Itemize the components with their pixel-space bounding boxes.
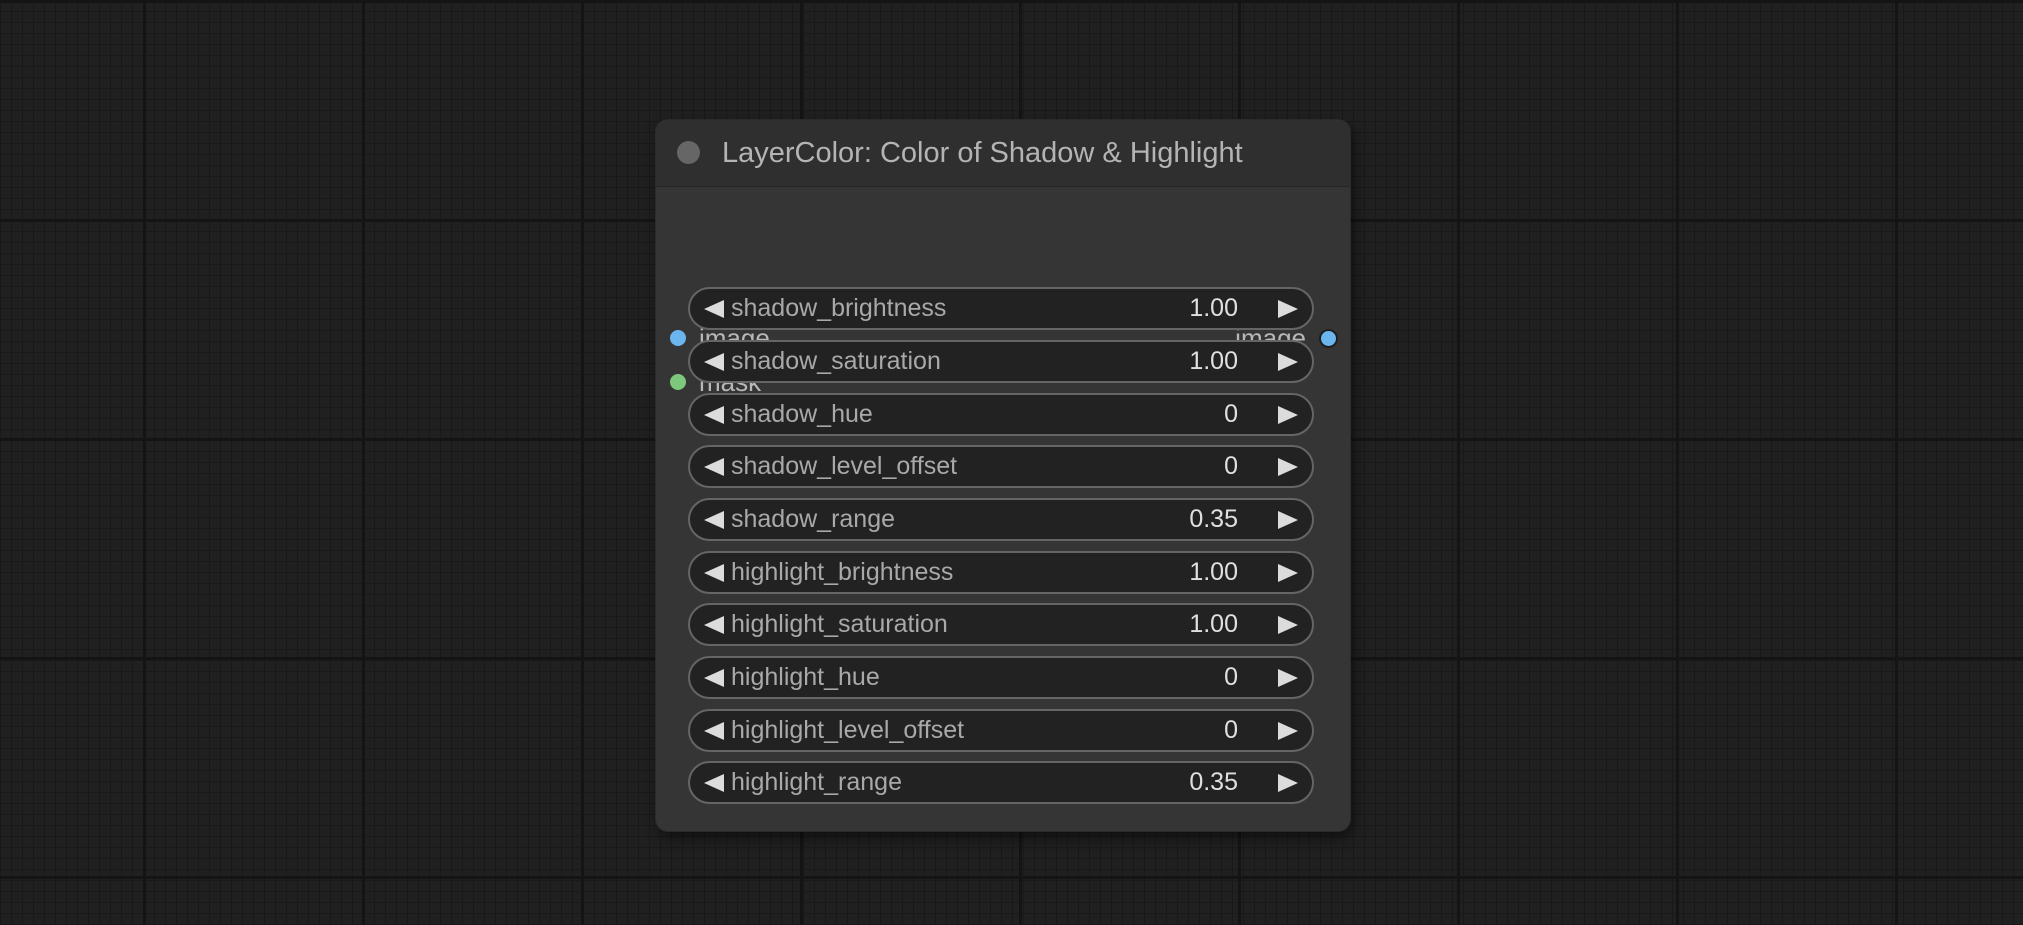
increment-arrow-icon[interactable]: [1278, 722, 1298, 740]
increment-arrow-icon[interactable]: [1278, 458, 1298, 476]
widget-value[interactable]: 1.00: [1189, 553, 1238, 592]
graph-canvas[interactable]: LayerColor: Color of Shadow & Highlight …: [0, 0, 2023, 925]
widget-value[interactable]: 0: [1224, 447, 1238, 486]
widget-value[interactable]: 1.00: [1189, 289, 1238, 328]
widget-label: shadow_range: [731, 505, 896, 533]
widget-value[interactable]: 0.35: [1189, 763, 1238, 802]
widget-label: shadow_hue: [731, 400, 873, 428]
collapse-toggle-icon[interactable]: [677, 141, 700, 164]
widget-value[interactable]: 0.35: [1189, 500, 1238, 539]
widget-label: highlight_hue: [731, 663, 880, 691]
decrement-arrow-icon[interactable]: [704, 406, 724, 424]
widget-shadow-level-offset[interactable]: shadow_level_offset 0: [688, 445, 1314, 488]
increment-arrow-icon[interactable]: [1278, 300, 1298, 318]
decrement-arrow-icon[interactable]: [704, 511, 724, 529]
widget-label: highlight_range: [731, 768, 902, 796]
widget-shadow-saturation[interactable]: shadow_saturation 1.00: [688, 340, 1314, 383]
widget-highlight-hue[interactable]: highlight_hue 0: [688, 656, 1314, 699]
increment-arrow-icon[interactable]: [1278, 616, 1298, 634]
decrement-arrow-icon[interactable]: [704, 722, 724, 740]
image-output-connector-icon[interactable]: [1319, 329, 1338, 348]
decrement-arrow-icon[interactable]: [704, 616, 724, 634]
widget-label: shadow_brightness: [731, 294, 947, 322]
increment-arrow-icon[interactable]: [1278, 669, 1298, 687]
widget-label: highlight_saturation: [731, 610, 948, 638]
widget-shadow-range[interactable]: shadow_range 0.35: [688, 498, 1314, 541]
widget-highlight-saturation[interactable]: highlight_saturation 1.00: [688, 603, 1314, 646]
increment-arrow-icon[interactable]: [1278, 353, 1298, 371]
widget-highlight-level-offset[interactable]: highlight_level_offset 0: [688, 709, 1314, 752]
widget-highlight-brightness[interactable]: highlight_brightness 1.00: [688, 551, 1314, 594]
widget-shadow-hue[interactable]: shadow_hue 0: [688, 393, 1314, 436]
widget-label: highlight_brightness: [731, 558, 954, 586]
node-header[interactable]: LayerColor: Color of Shadow & Highlight: [656, 120, 1350, 187]
mask-input-connector-icon[interactable]: [670, 374, 686, 390]
widget-shadow-brightness[interactable]: shadow_brightness 1.00: [688, 287, 1314, 330]
increment-arrow-icon[interactable]: [1278, 774, 1298, 792]
widget-label: shadow_saturation: [731, 347, 941, 375]
increment-arrow-icon[interactable]: [1278, 564, 1298, 582]
layer-color-node[interactable]: LayerColor: Color of Shadow & Highlight …: [656, 120, 1350, 831]
decrement-arrow-icon[interactable]: [704, 774, 724, 792]
decrement-arrow-icon[interactable]: [704, 564, 724, 582]
widget-value[interactable]: 1.00: [1189, 342, 1238, 381]
increment-arrow-icon[interactable]: [1278, 511, 1298, 529]
increment-arrow-icon[interactable]: [1278, 406, 1298, 424]
widget-value[interactable]: 0: [1224, 658, 1238, 697]
node-title: LayerColor: Color of Shadow & Highlight: [722, 137, 1243, 169]
decrement-arrow-icon[interactable]: [704, 458, 724, 476]
widget-label: shadow_level_offset: [731, 452, 958, 480]
widget-value[interactable]: 0: [1224, 711, 1238, 750]
decrement-arrow-icon[interactable]: [704, 669, 724, 687]
image-input-connector-icon[interactable]: [670, 330, 686, 346]
widget-value[interactable]: 1.00: [1189, 605, 1238, 644]
widget-highlight-range[interactable]: highlight_range 0.35: [688, 761, 1314, 804]
decrement-arrow-icon[interactable]: [704, 353, 724, 371]
widget-label: highlight_level_offset: [731, 716, 965, 744]
decrement-arrow-icon[interactable]: [704, 300, 724, 318]
widget-value[interactable]: 0: [1224, 395, 1238, 434]
